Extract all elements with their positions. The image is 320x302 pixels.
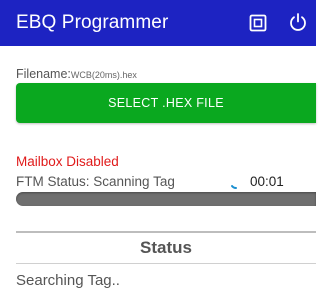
mailbox-status: Mailbox Disabled xyxy=(16,154,119,169)
select-hex-file-label: SELECT .HEX FILE xyxy=(108,96,224,110)
app-bar: EBQ Programmer xyxy=(0,0,316,46)
power-button[interactable] xyxy=(286,10,310,34)
divider xyxy=(16,263,316,264)
chip-icon xyxy=(249,14,267,32)
power-icon xyxy=(290,13,306,31)
ftm-status-row: FTM Status: Scanning Tag 00:01 xyxy=(16,174,306,192)
spinner-icon xyxy=(231,185,237,189)
scan-timer: 00:01 xyxy=(250,174,284,189)
filename-row: Filename:WCB(20ms).hex xyxy=(16,67,137,81)
status-heading: Status xyxy=(140,238,192,257)
filename-value: WCB(20ms).hex xyxy=(70,70,137,80)
progress-bar xyxy=(16,192,316,206)
status-message: Searching Tag.. xyxy=(16,272,120,289)
divider xyxy=(16,231,316,233)
filename-label: Filename: xyxy=(16,67,71,81)
select-hex-file-button[interactable]: SELECT .HEX FILE xyxy=(16,83,316,123)
app-title: EBQ Programmer xyxy=(16,12,169,33)
ftm-status: FTM Status: Scanning Tag xyxy=(16,174,175,189)
chip-button[interactable] xyxy=(246,11,270,35)
